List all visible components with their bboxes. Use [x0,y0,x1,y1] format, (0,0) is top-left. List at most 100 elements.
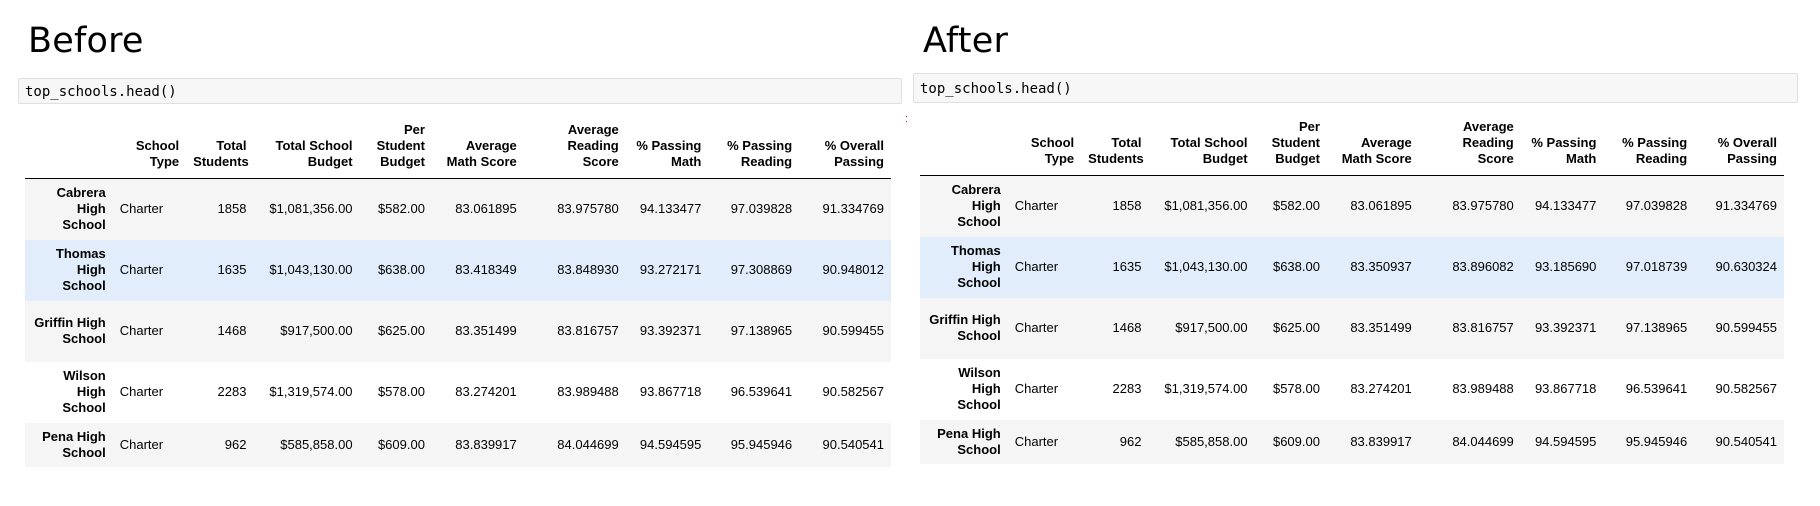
table-cell: 90.582567 [822,384,884,399]
table-cell: 97.018739 [1625,259,1688,274]
column-header: Per Student Budget [359,122,432,179]
column-header: Total Students [186,122,254,179]
table-cell: $578.00 [377,384,425,399]
table-cell: 97.039828 [1625,198,1688,214]
table-cell: 90.630324 [1715,259,1777,274]
table-cell: 95.945946 [1625,433,1688,449]
table-cell: 1468 [217,323,247,338]
column-header: Average Math Score [1326,119,1419,176]
column-header: Total Students [1081,119,1149,176]
column-header: % Passing Reading [1603,119,1695,176]
after-code-cell[interactable]: top_schools.head() [913,73,1798,103]
after-panel: After top_schools.head() School Type Tot… [913,0,1798,464]
column-header: Average Reading Score [1418,119,1521,176]
row-index: Pena High School [937,425,1001,457]
table-cell: 96.539641 [1625,381,1688,396]
table-cell: 83.061895 [455,201,517,217]
table-cell: 90.540541 [1715,433,1777,449]
table-cell: 83.989488 [557,384,619,399]
table-row: Wilson High School Charter 2283 $1,319,5… [920,358,1784,420]
table-cell: 83.816757 [1452,320,1514,335]
table-row: Cabrera High School Charter 1858 $1,081,… [920,175,1784,237]
after-title: After [923,21,1009,61]
before-dataframe-table: School Type Total Students Total School … [25,122,891,467]
table-cell: 84.044699 [557,436,619,452]
table-cell: 93.185690 [1534,259,1597,274]
table-cell: 83.896082 [1452,259,1514,274]
table-cell: 83.975780 [1452,198,1514,214]
table-cell: 94.594595 [1534,433,1597,449]
table-cell: 962 [224,436,247,452]
table-row: Griffin High School Charter 1468 $917,50… [25,300,891,362]
table-cell: 1635 [217,262,247,277]
table-cell: 1635 [1112,259,1142,274]
table-cell: 93.392371 [639,323,702,338]
table-cell: Charter [1014,198,1059,214]
table-cell: Charter [119,201,164,217]
row-index: Cabrera High School [951,182,1001,230]
table-cell: Charter [119,436,164,452]
table-cell: $585,858.00 [280,436,353,452]
cell-divider-marker: : [905,113,909,125]
table-row: Thomas High School Charter 1635 $1,043,1… [920,236,1784,298]
column-header: School Type [112,122,187,179]
table-cell: 83.351499 [455,323,517,338]
before-title: Before [28,21,144,61]
table-cell: Charter [119,323,164,338]
column-header: Total School Budget [253,122,360,179]
table-cell: $1,081,356.00 [1164,198,1248,214]
table-cell: Charter [1014,433,1059,449]
table-row: Pena High School Charter 962 $585,858.00… [920,419,1784,464]
before-code-cell[interactable]: top_schools.head() [18,78,902,104]
column-header: Per Student Budget [1254,119,1327,176]
table-cell: 90.599455 [822,323,884,338]
table-cell: $1,319,574.00 [269,384,353,399]
table-cell: 962 [1119,433,1142,449]
row-index: Thomas High School [950,243,1001,290]
table-cell: Charter [119,262,164,277]
table-cell: 83.989488 [1452,381,1514,396]
table-cell: $625.00 [377,323,425,338]
column-header: % Passing Math [1520,119,1604,176]
table-cell: 97.138965 [1625,320,1688,335]
column-header: Average Reading Score [523,122,626,179]
table-row: Griffin High School Charter 1468 $917,50… [920,297,1784,359]
row-index: Pena High School [42,428,106,460]
table-cell: $1,043,130.00 [269,262,353,277]
table-cell: $585,858.00 [1175,433,1248,449]
table-row: Wilson High School Charter 2283 $1,319,5… [25,361,891,423]
table-cell: $638.00 [1272,259,1320,274]
table-cell: Charter [1014,381,1059,396]
table-cell: 83.350937 [1350,259,1412,274]
column-header: School Type [1007,119,1082,176]
table-cell: $1,043,130.00 [1164,259,1248,274]
table-cell: 94.133477 [1534,198,1597,214]
before-table-header: School Type Total Students Total School … [25,122,891,179]
table-cell: 94.133477 [639,201,702,217]
table-cell: 97.308869 [730,262,793,277]
table-cell: 94.594595 [639,436,702,452]
column-header [25,122,113,179]
column-header: % Passing Reading [708,122,800,179]
table-row: Thomas High School Charter 1635 $1,043,1… [25,239,891,301]
column-header: Average Math Score [431,122,524,179]
table-cell: 83.418349 [455,262,517,277]
column-header: % Passing Math [625,122,709,179]
table-cell: 83.274201 [1350,381,1412,396]
table-cell: 91.334769 [1715,198,1777,214]
table-cell: $638.00 [377,262,425,277]
row-index: Griffin High School [929,312,1001,343]
column-header: % Overall Passing [799,122,891,179]
table-cell: 83.816757 [557,323,619,338]
column-header: % Overall Passing [1694,119,1784,176]
table-cell: Charter [1014,259,1059,274]
table-cell: 83.839917 [1350,433,1412,449]
before-table-body: Cabrera High School Charter 1858 $1,081,… [25,178,891,467]
table-cell: Charter [119,384,164,399]
table-cell: 91.334769 [822,201,884,217]
table-cell: $609.00 [1272,433,1320,449]
row-index: Cabrera High School [56,185,106,233]
table-cell: $582.00 [1272,198,1320,214]
table-cell: 84.044699 [1452,433,1514,449]
table-cell: $917,500.00 [280,323,353,338]
